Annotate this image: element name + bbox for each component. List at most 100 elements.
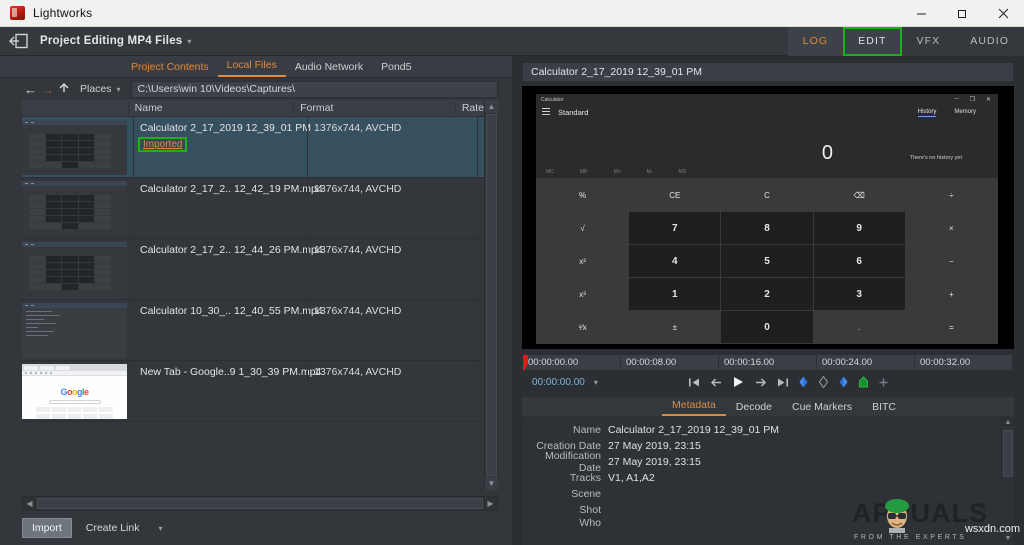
back-arrow-icon[interactable]: ← <box>22 82 39 97</box>
clip-format: 1376x744, AVCHD <box>314 305 402 317</box>
viewer-clip-title: Calculator 2_17_2019 12_39_01 PM <box>531 66 703 78</box>
metadata-scroll-up-icon[interactable]: ▲ <box>1002 417 1014 429</box>
tab-log[interactable]: LOG <box>787 26 844 56</box>
create-link-button[interactable]: Create Link <box>86 522 140 534</box>
calc-key-7: 7 <box>629 212 721 244</box>
tab-vfx[interactable]: VFX <box>901 26 956 56</box>
scroll-down-icon[interactable]: ▼ <box>485 477 498 490</box>
table-row[interactable]: Calculator 2_17_2019 12_39_01 PM Importe… <box>22 117 484 178</box>
add-icon[interactable] <box>878 377 889 388</box>
table-row[interactable]: Calculator 2_17_2.. 12_44_26 PM.mp4 1376… <box>22 239 484 300</box>
path-text: C:\Users\win 10\Videos\Captures\ <box>137 83 295 95</box>
project-dropdown-caret-icon[interactable]: ▾ <box>187 37 191 46</box>
calculator-display: 0 There's no history yet <box>536 117 998 169</box>
mode-tab-bar: LOG EDIT VFX AUDIO <box>787 26 1024 56</box>
skip-to-end-icon[interactable] <box>776 377 789 388</box>
metadata-scrollbar[interactable]: ▲ ▼ <box>1001 417 1014 545</box>
column-header-name[interactable]: Name <box>127 102 293 114</box>
hscrollbar-thumb[interactable] <box>37 498 483 509</box>
path-input[interactable]: C:\Users\win 10\Videos\Captures\ <box>130 80 498 98</box>
tab-bitc[interactable]: BITC <box>862 401 906 416</box>
table-row[interactable]: Calculator 2_17_2.. 12_42_19 PM.mp4 1376… <box>22 178 484 239</box>
calc-key-minus: − <box>905 245 997 277</box>
column-header-rate[interactable]: Rate <box>454 102 484 114</box>
calc-key-c: C <box>721 179 813 211</box>
forward-arrow-icon[interactable]: → <box>39 82 56 97</box>
tab-pond5[interactable]: Pond5 <box>372 61 420 77</box>
mark-in-icon[interactable] <box>798 376 809 388</box>
exit-project-icon[interactable] <box>9 33 29 49</box>
places-label[interactable]: Places <box>80 83 112 95</box>
step-back-icon[interactable] <box>710 377 723 388</box>
metadata-scrollbar-thumb[interactable] <box>1003 430 1013 477</box>
clip-format: 1376x744, AVCHD <box>314 366 402 378</box>
calculator-window-frame: Calculator ─ ❐ ✕ Standard History Memory <box>536 94 998 344</box>
table-row[interactable]: Calculator 10_30_.. 12_40_55 PM.mp4 1376… <box>22 300 484 361</box>
row-name-cell: Calculator 2_17_2.. 12_42_19 PM.mp4 <box>133 178 323 238</box>
timecode-caret-icon[interactable]: ▾ <box>594 378 598 387</box>
browser-panel: Project Contents Local Files Audio Netwo… <box>0 56 512 545</box>
row-rate-cell: 30 f Var <box>477 117 484 177</box>
tab-metadata[interactable]: Metadata <box>662 399 726 416</box>
project-header-bar: Project Editing MP4 Files ▾ LOG EDIT VFX… <box>0 26 1024 56</box>
timeline-tick: 00:00:08.00 <box>621 355 719 370</box>
calculator-keypad: % CE C ⌫ ÷ √ 7 8 9 × x² 4 5 6 − x³ 1 2 3… <box>536 178 998 344</box>
status-badge-imported[interactable]: Imported <box>137 137 188 152</box>
scroll-up-icon[interactable]: ▲ <box>485 100 498 113</box>
tab-cue-markers[interactable]: Cue Markers <box>782 401 862 416</box>
step-forward-icon[interactable] <box>754 377 767 388</box>
tab-audio-network[interactable]: Audio Network <box>286 61 372 77</box>
current-timecode[interactable]: 00:00:00.00 <box>532 377 585 388</box>
mark-out-icon[interactable] <box>838 376 849 388</box>
scrollbar-thumb[interactable] <box>486 114 497 476</box>
file-table-wrapper: Name Format Rate Calculator 2_17_2019 12… <box>0 100 512 490</box>
tab-decode[interactable]: Decode <box>726 401 782 416</box>
create-link-caret-icon[interactable]: ▾ <box>158 524 162 533</box>
metadata-label: Name <box>572 424 601 436</box>
clip-name: Calculator 2_17_2.. 12_42_19 PM.mp4 <box>140 183 323 195</box>
metadata-value[interactable]: V1, A1,A2 <box>608 472 655 484</box>
column-header-format[interactable]: Format <box>293 102 455 114</box>
maximize-button[interactable] <box>942 0 983 27</box>
metadata-value[interactable]: 27 May 2019, 23:15 <box>608 440 701 452</box>
calc-key-reciprocal: ¹⁄x <box>537 311 629 343</box>
clip-thumbnail <box>22 303 127 358</box>
places-caret-icon[interactable]: ▾ <box>117 85 121 94</box>
minimize-button[interactable] <box>901 0 942 27</box>
calc-key-3: 3 <box>813 278 905 310</box>
scrollbar-track[interactable] <box>485 113 498 477</box>
row-format-cell: 1376x744, AVCHD <box>307 361 477 421</box>
cue-diamond-icon[interactable] <box>818 376 829 388</box>
clip-name: Calculator 10_30_.. 12_40_55 PM.mp4 <box>140 305 323 317</box>
video-preview-stage[interactable]: Calculator ─ ❐ ✕ Standard History Memory <box>522 86 1014 349</box>
calc-key-sqrt: √ <box>537 212 629 244</box>
home-marker-icon[interactable] <box>858 376 869 388</box>
project-title[interactable]: Project Editing MP4 Files <box>40 35 182 47</box>
hscroll-left-icon[interactable]: ◀ <box>23 499 36 508</box>
metadata-scrollbar-track[interactable] <box>1002 429 1014 533</box>
up-folder-icon[interactable] <box>56 82 73 97</box>
timeline-ruler[interactable]: 00:00:00.00 00:00:08.00 00:00:16.00 00:0… <box>522 354 1014 372</box>
horizontal-scrollbar[interactable]: ◀ ▶ <box>22 496 498 511</box>
clip-name: Calculator 2_17_2.. 12_44_26 PM.mp4 <box>140 244 323 256</box>
tab-project-contents[interactable]: Project Contents <box>122 61 218 77</box>
tab-edit[interactable]: EDIT <box>843 26 902 56</box>
file-list-scrollbar[interactable]: ▲ ▼ <box>484 100 498 490</box>
timeline-tick: 00:00:24.00 <box>817 355 915 370</box>
import-button[interactable]: Import <box>22 518 72 538</box>
close-button[interactable] <box>983 0 1024 27</box>
calculator-history-memory-tabs: History Memory <box>917 108 976 117</box>
table-row[interactable]: Google New Tab - Google..9 1_30_39 PM.mp… <box>22 361 484 422</box>
skip-to-start-icon[interactable] <box>688 377 701 388</box>
metadata-value[interactable]: 27 May 2019, 23:15 <box>608 456 701 468</box>
calc-tab-history: History <box>917 108 937 117</box>
tab-local-files[interactable]: Local Files <box>217 59 286 77</box>
calc-key-6: 6 <box>813 245 905 277</box>
play-icon[interactable] <box>732 376 745 388</box>
calculator-memory-row: MC MR M+ M- MS <box>536 169 998 175</box>
tab-audio[interactable]: AUDIO <box>955 26 1024 56</box>
metadata-scroll-down-icon[interactable]: ▼ <box>1002 533 1014 545</box>
hscroll-right-icon[interactable]: ▶ <box>484 499 497 508</box>
transport-buttons <box>688 376 889 388</box>
metadata-value[interactable]: Calculator 2_17_2019 12_39_01 PM <box>608 424 779 436</box>
